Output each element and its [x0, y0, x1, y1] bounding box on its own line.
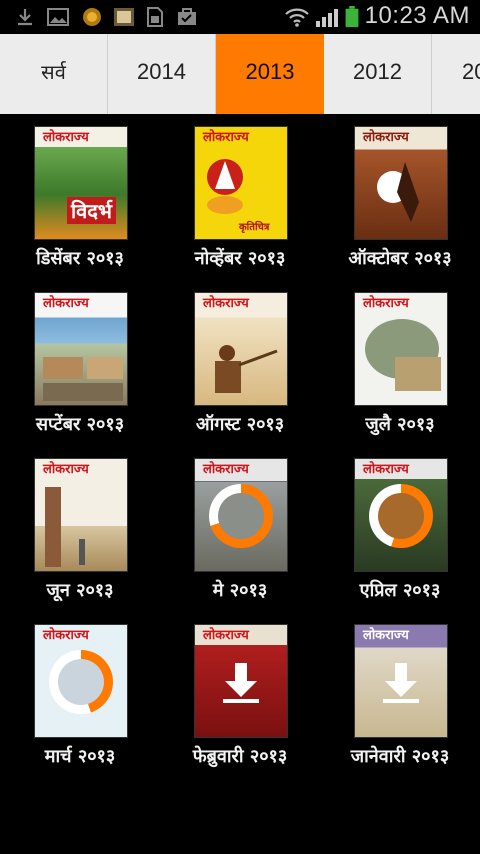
- issue-label: एप्रिल २०१३: [359, 580, 441, 601]
- cover-image: लोकराज्य: [194, 624, 288, 738]
- issue-april-2013[interactable]: लोकराज्य एप्रिल २०१३: [320, 446, 480, 612]
- status-bar: 10:23 AM: [0, 0, 480, 34]
- issue-october-2013[interactable]: लोकराज्य ऑक्टोबर २०१३: [320, 114, 480, 280]
- issue-february-2013[interactable]: लोकराज्य फेब्रुवारी २०१३: [160, 612, 320, 778]
- clock: 10:23 AM: [364, 2, 470, 29]
- cover-masthead: लोकराज्य: [203, 296, 249, 311]
- battery-icon: [345, 6, 359, 28]
- cover-title: विदर्भ: [67, 197, 116, 224]
- sim-icon: [147, 7, 163, 27]
- cover-image: लोकराज्य: [34, 292, 128, 406]
- cover-image: लोकराज्य: [194, 292, 288, 406]
- cover-masthead: लोकराज्य: [363, 628, 409, 643]
- tab-2012[interactable]: 2012: [324, 34, 432, 114]
- cover-masthead: लोकराज्य: [43, 462, 89, 477]
- cover-art: [43, 383, 123, 401]
- issue-label: ऑक्टोबर २०१३: [348, 248, 452, 269]
- issue-march-2013[interactable]: लोकराज्य मार्च २०१३: [0, 612, 160, 778]
- cover-art: [215, 345, 278, 393]
- issue-july-2013[interactable]: लोकराज्य जुलै २०१३: [320, 280, 480, 446]
- issue-june-2013[interactable]: लोकराज्य जून २०१३: [0, 446, 160, 612]
- cover-art: [395, 357, 441, 391]
- cover-art: [79, 539, 85, 565]
- cover-art: [43, 357, 83, 379]
- issue-label: नोव्हेंबर २०१३: [194, 248, 286, 269]
- cover-image: लोकराज्य: [354, 458, 448, 572]
- cover-masthead: लोकराज्य: [43, 296, 89, 311]
- cover-masthead: लोकराज्य: [203, 628, 249, 643]
- download-progress: [369, 484, 433, 548]
- issue-november-2013[interactable]: लोकराज्य कृतिचित्र नोव्हेंबर २०१३: [160, 114, 320, 280]
- cover-image: लोकराज्य: [354, 292, 448, 406]
- issue-label: जून २०१३: [46, 580, 114, 601]
- cover-masthead: लोकराज्य: [195, 459, 287, 481]
- issue-august-2013[interactable]: लोकराज्य ऑगस्ट २०१३: [160, 280, 320, 446]
- issue-may-2013[interactable]: लोकराज्य मे २०१३: [160, 446, 320, 612]
- download-icon[interactable]: [381, 661, 421, 705]
- cover-image: लोकराज्य कृतिचित्र: [194, 126, 288, 240]
- cover-art: [45, 487, 61, 567]
- issue-label: फेब्रुवारी २०१३: [192, 746, 288, 767]
- image-icon: [47, 8, 69, 26]
- tab-2014[interactable]: 2014: [108, 34, 216, 114]
- signal-icon: [316, 9, 338, 27]
- download-icon[interactable]: [221, 661, 261, 705]
- cover-masthead: लोकराज्य: [355, 127, 447, 149]
- issue-grid: लोकराज्य विदर्भ डिसेंबर २०१३ लोकराज्य कृ…: [0, 114, 480, 814]
- photo-icon: [114, 8, 134, 26]
- cover-image: लोकराज्य: [354, 126, 448, 240]
- cover-image: लोकराज्य: [34, 624, 128, 738]
- download-progress: [209, 484, 273, 548]
- cover-image: लोकराज्य विदर्भ: [34, 126, 128, 240]
- cover-masthead: लोकराज्य: [203, 130, 249, 145]
- tab-2011-partial[interactable]: 20: [432, 34, 480, 114]
- cover-image: लोकराज्य: [194, 458, 288, 572]
- year-tabs: सर्व 2014 2013 2012 20: [0, 34, 480, 114]
- issue-december-2013[interactable]: लोकराज्य विदर्भ डिसेंबर २०१३: [0, 114, 160, 280]
- tab-all[interactable]: सर्व: [0, 34, 108, 114]
- issue-january-2013[interactable]: लोकराज्य जानेवारी २०१३: [320, 612, 480, 778]
- cover-art: [87, 357, 123, 379]
- issue-label: जुलै २०१३: [365, 414, 435, 435]
- cover-image: लोकराज्य: [354, 624, 448, 738]
- issue-label: मे २०१३: [212, 580, 268, 601]
- issue-label: ऑगस्ट २०१३: [195, 414, 285, 435]
- issue-label: सप्टेंबर २०१३: [35, 414, 125, 435]
- cover-masthead: लोकराज्य: [43, 130, 89, 145]
- badge-icon: [83, 8, 101, 26]
- wifi-icon: [285, 8, 309, 27]
- cover-masthead: लोकराज्य: [363, 296, 409, 311]
- cover-masthead: लोकराज्य: [43, 628, 89, 643]
- cover-title: कृतिचित्र: [239, 222, 270, 233]
- cover-masthead: लोकराज्य: [363, 462, 409, 477]
- cover-art: [207, 159, 243, 214]
- tab-2013[interactable]: 2013: [216, 34, 324, 114]
- download-icon: [18, 9, 32, 26]
- download-progress: [49, 650, 113, 714]
- cover-art: [377, 162, 419, 222]
- issue-label: मार्च २०१३: [44, 746, 116, 767]
- issue-label: जानेवारी २०१३: [350, 746, 450, 767]
- issue-september-2013[interactable]: लोकराज्य सप्टेंबर २०१३: [0, 280, 160, 446]
- issue-label: डिसेंबर २०१३: [36, 248, 124, 269]
- cover-image: लोकराज्य: [34, 458, 128, 572]
- briefcase-check-icon: [178, 8, 196, 25]
